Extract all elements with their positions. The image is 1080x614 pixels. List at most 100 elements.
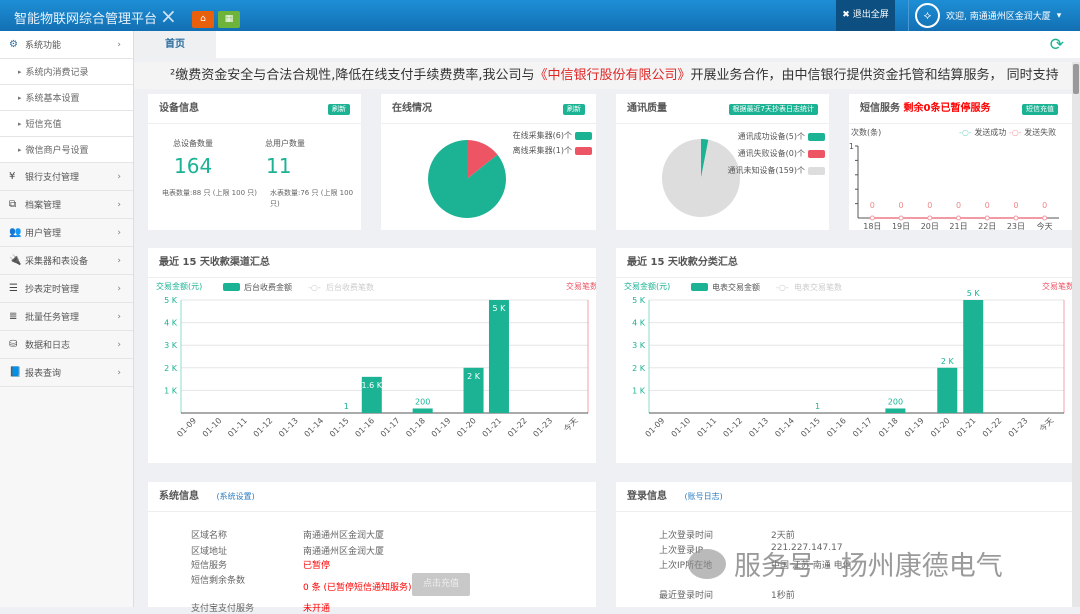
info-key: 区域地址: [191, 544, 227, 557]
sidebar-item-label: 用户管理: [25, 226, 61, 239]
close-icon[interactable]: ×: [160, 6, 177, 26]
gears-icon: ⚙: [9, 39, 25, 50]
bar-data-label: 1.6 K: [362, 381, 383, 390]
legend-fail: 通讯失败设备(0)个: [727, 145, 825, 162]
sidebar-item-archive[interactable]: ⧉档案管理›: [0, 191, 133, 219]
y-tick-label: 2 K: [632, 364, 646, 373]
sidebar-item-schedule[interactable]: ☰抄表定时管理›: [0, 275, 133, 303]
bar-data-label: 200: [415, 397, 430, 406]
database-icon: ⛁: [9, 339, 25, 350]
data-label: 0: [899, 201, 904, 210]
user-menu[interactable]: ⟡ 欢迎, 南通通州区金润大厦▾: [908, 0, 1061, 31]
comm-quality-card: 通讯质量根据最近7天抄表日志统计 通讯成功设备(5)个 通讯失败设备(0)个 通…: [616, 94, 829, 230]
x-tick-label: 01-17: [851, 416, 874, 439]
x-tick-label: 今天: [1037, 415, 1055, 433]
bar-data-label: 1: [815, 402, 820, 411]
sidebar-item-reports[interactable]: 📘报表查询›: [0, 359, 133, 387]
sidebar-sub-wechat-merchant[interactable]: 微信商户号设置: [0, 137, 133, 163]
chevron-right-icon: ›: [117, 228, 121, 238]
legend-unknown: 通讯未知设备(159)个: [727, 162, 825, 179]
recharge-button[interactable]: 点击充值: [412, 573, 470, 596]
wechat-icon: [688, 549, 726, 579]
sms-recharge-button[interactable]: 短信充值: [1022, 104, 1058, 115]
refresh-icon[interactable]: ⟳: [1050, 35, 1064, 55]
online-status-card: 在线情况刷新 在线采集器(6)个 离线采集器(1)个: [381, 94, 596, 230]
sidebar-item-bank[interactable]: ¥银行支付管理›: [0, 163, 133, 191]
scrollbar-thumb[interactable]: [1073, 64, 1079, 94]
data-point: [957, 216, 961, 220]
y-tick-label: 4 K: [632, 319, 646, 328]
info-key: 区域名称: [191, 528, 227, 541]
x-tick-label: 01-20: [929, 416, 952, 439]
sidebar-sub-basic-settings[interactable]: 系统基本设置: [0, 85, 133, 111]
x-tick-label: 01-09: [644, 416, 667, 439]
marquee-highlight: 《中信银行股份有限公司》: [534, 68, 690, 83]
sidebar-item-batch[interactable]: ≣批量任务管理›: [0, 303, 133, 331]
announcement-marquee: ²缴费资金安全与合法合规性,降低在线支付手续费费率,我公司与《中信银行股份有限公…: [134, 62, 1072, 89]
sidebar-item-system[interactable]: ⚙系统功能›: [0, 31, 133, 59]
sms-alert: 剩余0条已暂停服务: [903, 103, 990, 114]
sidebar-item-users[interactable]: 👥用户管理›: [0, 219, 133, 247]
grid-icon[interactable]: ▦: [218, 11, 240, 28]
channel-summary-card: 最近 15 天收款渠道汇总 交易金额(元)后台收费金额-○-后台收费笔数交易笔数…: [148, 248, 596, 463]
home-icon[interactable]: ⌂: [192, 11, 214, 28]
sidebar-sub-consumption[interactable]: 系统内消费记录: [0, 59, 133, 85]
sidebar-sub-sms-recharge[interactable]: 短信充值: [0, 111, 133, 137]
legend-swatch: [808, 150, 825, 158]
line-marker-icon: -○-: [1009, 128, 1022, 137]
tab-home[interactable]: 首页: [134, 31, 216, 58]
welcome-text: 欢迎, 南通通州区金润大厦: [946, 9, 1051, 22]
x-tick-label: 01-18: [404, 416, 427, 439]
card-title: 设备信息: [159, 103, 199, 114]
sidebar-item-label: 批量任务管理: [25, 310, 79, 323]
y-tick-label: 1 K: [632, 386, 646, 395]
exit-fullscreen-button[interactable]: ✖ 退出全屏: [836, 0, 895, 31]
x-tick-label: 01-10: [670, 416, 693, 439]
chevron-right-icon: ›: [117, 40, 121, 50]
bar: [413, 408, 433, 413]
refresh-button[interactable]: 刷新: [563, 104, 585, 115]
data-label: 0: [985, 201, 990, 210]
sidebar-item-label: 档案管理: [25, 198, 61, 211]
avatar: ⟡: [915, 3, 940, 28]
system-info-card: 系统信息 (系统设置) 区域名称 南通通州区金润大厦 区域地址 南通通州区金润大…: [148, 482, 596, 607]
sidebar-item-devices[interactable]: 🔌采集器和表设备›: [0, 247, 133, 275]
account-log-link[interactable]: (账号日志): [684, 492, 722, 501]
chevron-right-icon: ›: [117, 200, 121, 210]
legend-label: 通讯成功设备(5)个: [738, 128, 805, 145]
marquee-text: 开展业务合作，由中信银行提供资金托管和结算服务， 同时支持: [691, 68, 1059, 83]
watermark: 服务号 · 扬州康德电气: [688, 544, 1003, 583]
x-tick-label: 今天: [561, 415, 579, 433]
data-point: [928, 216, 932, 220]
total-devices-value: 164: [174, 154, 212, 178]
electric-meter-count: 电表数量:88 只 (上限 100 只): [162, 188, 267, 199]
x-tick-label: 01-20: [455, 416, 478, 439]
scrollbar[interactable]: [1072, 62, 1080, 607]
category-summary-card: 最近 15 天收款分类汇总 交易金额(元)电表交易金额-○-电表交易笔数交易笔数…: [616, 248, 1072, 463]
water-meter-count: 水表数量:76 只 (上限 100 只): [270, 188, 358, 210]
data-label: 0: [1013, 201, 1018, 210]
y-tick-label: 5 K: [632, 296, 646, 305]
device-info-card: 设备信息刷新 总设备数量 164 总用户数量 11 电表数量:88 只 (上限 …: [148, 94, 361, 230]
legend-label: 通讯失败设备(0)个: [738, 145, 805, 162]
x-tick-label: 01-09: [175, 416, 198, 439]
refresh-button[interactable]: 刷新: [328, 104, 350, 115]
yen-icon: ¥: [9, 171, 25, 182]
tab-bar: 首页 ⟳: [134, 31, 1080, 58]
bar-data-label: 2 K: [467, 372, 481, 381]
y-tick-label: 4 K: [164, 319, 178, 328]
x-tick-label: 18日: [863, 222, 881, 230]
sidebar-item-label: 数据和日志: [25, 338, 70, 351]
x-tick-label: 01-15: [799, 416, 822, 439]
sidebar-item-logs[interactable]: ⛁数据和日志›: [0, 331, 133, 359]
data-point: [1014, 216, 1018, 220]
x-tick-label: 01-17: [379, 416, 402, 439]
legend-label: 离线采集器(1)个: [513, 143, 572, 158]
online-pie-chart: [427, 139, 507, 219]
bar: [937, 368, 957, 413]
info-value: 未开通: [303, 601, 330, 614]
system-settings-link[interactable]: (系统设置): [216, 492, 254, 501]
info-value: 2天前: [771, 528, 795, 541]
x-tick-label: 01-19: [430, 416, 453, 439]
expand-icon: ✖: [842, 10, 852, 20]
